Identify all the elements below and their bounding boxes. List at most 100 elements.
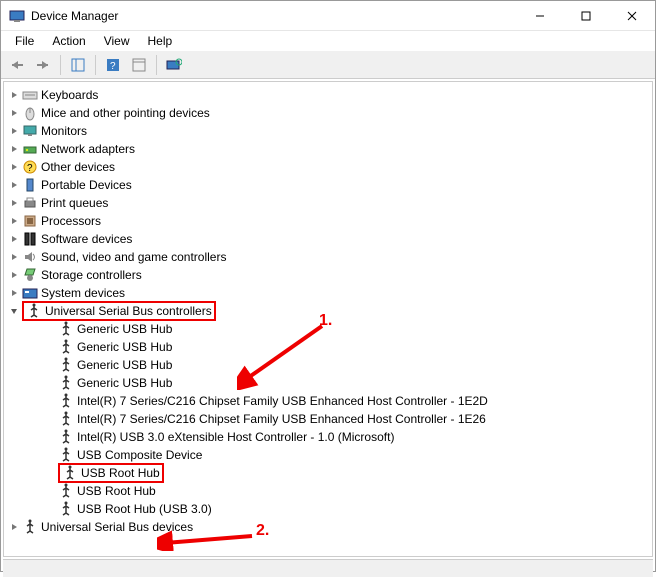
category-label: Universal Serial Bus controllers [45, 304, 212, 318]
device-row[interactable]: USB Root Hub [44, 482, 648, 500]
device-row[interactable]: USB Composite Device [44, 446, 648, 464]
properties-button[interactable] [127, 53, 151, 77]
category-label: Portable Devices [41, 178, 132, 192]
minimize-button[interactable] [517, 1, 563, 31]
usb-icon [22, 519, 38, 535]
chevron-right-icon[interactable] [8, 125, 20, 137]
category-label: Processors [41, 214, 101, 228]
category-label: Print queues [41, 196, 108, 210]
system-icon [22, 285, 38, 301]
monitor-icon [22, 123, 38, 139]
close-button[interactable] [609, 1, 655, 31]
device-label: USB Root Hub [77, 484, 156, 498]
device-row[interactable]: Intel(R) 7 Series/C216 Chipset Family US… [44, 410, 648, 428]
usb-icon [58, 447, 74, 463]
menu-view[interactable]: View [96, 32, 138, 50]
device-label: Intel(R) USB 3.0 eXtensible Host Control… [77, 430, 394, 444]
software-icon [22, 231, 38, 247]
device-row[interactable]: Generic USB Hub [44, 320, 648, 338]
category-row[interactable]: Processors [8, 212, 648, 230]
device-label: USB Root Hub (USB 3.0) [77, 502, 212, 516]
titlebar: Device Manager [1, 1, 655, 31]
device-label: Generic USB Hub [77, 358, 172, 372]
usb-icon [58, 501, 74, 517]
category-row[interactable]: Mice and other pointing devices [8, 104, 648, 122]
category-row[interactable]: Portable Devices [8, 176, 648, 194]
chevron-right-icon[interactable] [8, 179, 20, 191]
usb-icon [58, 411, 74, 427]
device-tree[interactable]: Keyboards Mice and other pointing devices… [3, 81, 653, 557]
device-row[interactable]: Generic USB Hub [44, 338, 648, 356]
device-label: USB Composite Device [77, 448, 202, 462]
category-row[interactable]: Software devices [8, 230, 648, 248]
device-row[interactable]: Intel(R) 7 Series/C216 Chipset Family US… [44, 392, 648, 410]
svg-text:?: ? [27, 163, 33, 174]
category-label: Keyboards [41, 88, 98, 102]
category-usb-devices[interactable]: Universal Serial Bus devices [8, 518, 648, 536]
printer-icon [22, 195, 38, 211]
usb-icon [26, 303, 42, 319]
help-button[interactable]: ? [101, 53, 125, 77]
device-label: Intel(R) 7 Series/C216 Chipset Family US… [77, 394, 488, 408]
category-row[interactable]: ? Other devices [8, 158, 648, 176]
back-button[interactable] [5, 53, 29, 77]
device-label: Intel(R) 7 Series/C216 Chipset Family US… [77, 412, 486, 426]
category-row[interactable]: System devices [8, 284, 648, 302]
usb-icon [58, 357, 74, 373]
chevron-right-icon[interactable] [8, 521, 20, 533]
keyboard-icon [22, 87, 38, 103]
category-label: Sound, video and game controllers [41, 250, 226, 264]
device-row[interactable]: Intel(R) USB 3.0 eXtensible Host Control… [44, 428, 648, 446]
device-row[interactable]: USB Root Hub [44, 464, 648, 482]
category-label: Universal Serial Bus devices [41, 520, 193, 534]
chevron-right-icon[interactable] [8, 143, 20, 155]
category-label: Other devices [41, 160, 115, 174]
category-row[interactable]: Storage controllers [8, 266, 648, 284]
chevron-right-icon[interactable] [8, 287, 20, 299]
storage-icon [22, 267, 38, 283]
svg-text:?: ? [110, 61, 116, 72]
category-row[interactable]: Keyboards [8, 86, 648, 104]
category-row[interactable]: Monitors [8, 122, 648, 140]
category-usb-controllers[interactable]: Universal Serial Bus controllers [8, 302, 648, 320]
mouse-icon [22, 105, 38, 121]
category-label: System devices [41, 286, 125, 300]
usb-icon [58, 321, 74, 337]
maximize-button[interactable] [563, 1, 609, 31]
window-title: Device Manager [31, 9, 118, 23]
chevron-right-icon[interactable] [8, 107, 20, 119]
chevron-right-icon[interactable] [8, 197, 20, 209]
chevron-right-icon[interactable] [8, 215, 20, 227]
category-row[interactable]: Network adapters [8, 140, 648, 158]
chevron-down-icon[interactable] [8, 305, 20, 317]
device-label: Generic USB Hub [77, 340, 172, 354]
device-row[interactable]: USB Root Hub (USB 3.0) [44, 500, 648, 518]
menubar: File Action View Help [1, 31, 655, 51]
device-row[interactable]: Generic USB Hub [44, 374, 648, 392]
statusbar [3, 559, 653, 577]
usb-icon [58, 483, 74, 499]
chevron-right-icon[interactable] [8, 233, 20, 245]
menu-file[interactable]: File [7, 32, 42, 50]
chevron-right-icon[interactable] [8, 269, 20, 281]
category-label: Network adapters [41, 142, 135, 156]
category-row[interactable]: Print queues [8, 194, 648, 212]
cpu-icon [22, 213, 38, 229]
chevron-right-icon[interactable] [8, 89, 20, 101]
category-label: Software devices [41, 232, 132, 246]
chevron-right-icon[interactable] [8, 161, 20, 173]
app-icon [9, 8, 25, 24]
usb-icon [58, 429, 74, 445]
device-row[interactable]: Generic USB Hub [44, 356, 648, 374]
sound-icon [22, 249, 38, 265]
usb-icon [58, 375, 74, 391]
scan-hardware-button[interactable] [162, 53, 186, 77]
menu-action[interactable]: Action [44, 32, 93, 50]
usb-icon [58, 339, 74, 355]
network-icon [22, 141, 38, 157]
menu-help[interactable]: Help [140, 32, 181, 50]
category-row[interactable]: Sound, video and game controllers [8, 248, 648, 266]
show-hide-tree-button[interactable] [66, 53, 90, 77]
chevron-right-icon[interactable] [8, 251, 20, 263]
forward-button[interactable] [31, 53, 55, 77]
